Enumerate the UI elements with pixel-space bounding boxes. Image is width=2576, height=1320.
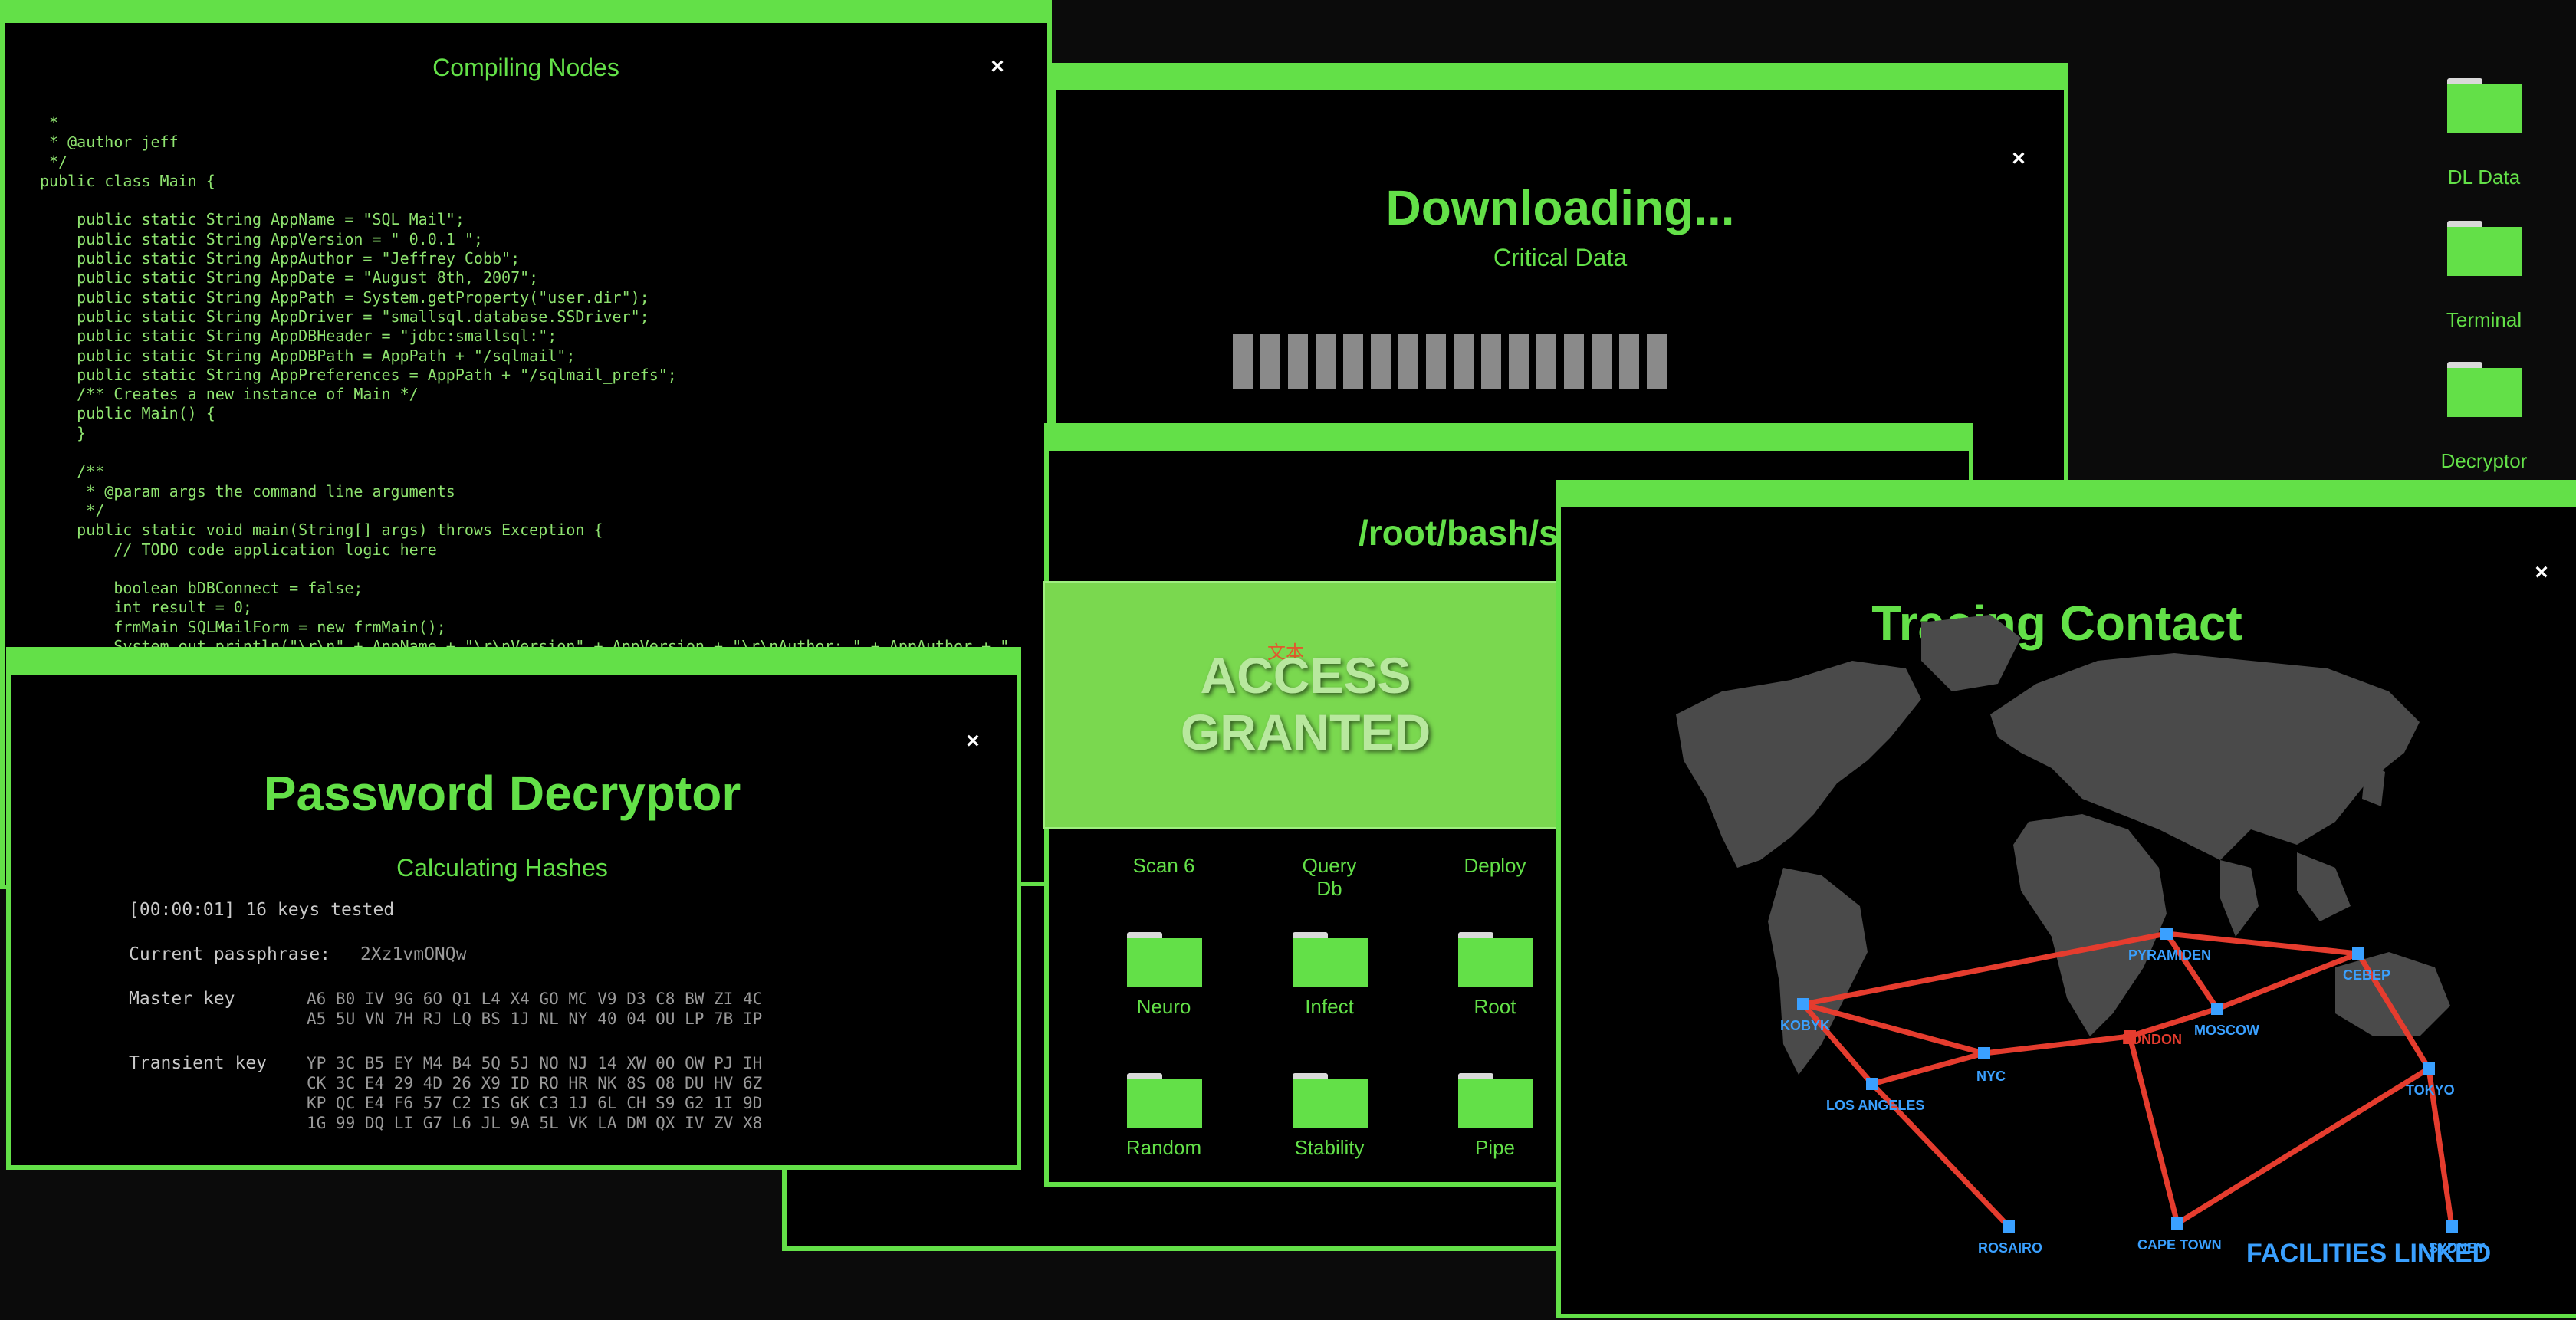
city-marker <box>1866 1078 1878 1090</box>
route-line <box>2174 1066 2432 1226</box>
city-marker <box>2211 1003 2223 1015</box>
downloading-subtitle: Critical Data <box>1493 244 1628 271</box>
master-key-line: A6 B0 IV 9G 6O Q1 L4 X4 GO MC V9 D3 C8 B… <box>307 990 763 1008</box>
city-marker <box>1978 1047 1990 1059</box>
folder-icon <box>1127 1073 1202 1128</box>
route-line <box>1981 1033 2133 1056</box>
progress-segment <box>1371 334 1391 389</box>
city-marker <box>2003 1220 2015 1233</box>
city-label: PYRAMIDEN <box>2128 947 2211 963</box>
folder-icon <box>1458 1073 1533 1128</box>
city-label: LONDON <box>2122 1032 2182 1047</box>
passphrase-value: 2Xz1vmONQw <box>360 944 467 964</box>
city-marker <box>2423 1062 2435 1075</box>
landmass <box>1676 615 2450 1075</box>
desktop-icon-label: Decryptor <box>2440 449 2528 472</box>
city-label: LOS ANGELES <box>1826 1098 1924 1113</box>
hash-readout: [00:00:01] 16 keys tested Current passph… <box>115 889 889 1150</box>
folder-icon <box>1458 932 1533 987</box>
progress-segment <box>1481 334 1501 389</box>
download-progress-bar <box>1233 334 1708 389</box>
folder-label: Query Db <box>1302 854 1357 900</box>
progress-segment <box>1536 334 1556 389</box>
progress-segment <box>1426 334 1446 389</box>
route-line <box>1800 1001 1987 1056</box>
folder-icon <box>1293 932 1368 987</box>
folder-label: Pipe <box>1474 1136 1516 1159</box>
city-marker <box>2171 1217 2183 1230</box>
city-label: CEBEP <box>2343 967 2390 983</box>
code-listing: * * @author jeff */ public class Main { … <box>40 113 1009 655</box>
desktop-icon-label: Terminal <box>2446 308 2522 331</box>
password-decryptor-title: Password Decryptor <box>263 766 741 821</box>
city-marker <box>2352 947 2364 960</box>
progress-segment <box>1564 334 1584 389</box>
city-marker <box>1797 998 1809 1010</box>
master-key-label: Master key <box>129 989 235 1009</box>
progress-segment <box>1647 334 1667 389</box>
progress-segment <box>1233 334 1253 389</box>
desktop-icon-decryptor[interactable]: Decryptor <box>2441 362 2527 477</box>
city-label: MOSCOW <box>2194 1023 2259 1038</box>
desktop-icon-dl-data[interactable]: DL Data <box>2446 78 2522 193</box>
compiling-nodes-title: Compiling Nodes <box>432 54 619 81</box>
folder-grid: Scan 6 Query Db Deploy Neuro Infect Root… <box>1049 828 1539 1180</box>
city-label: TOKYO <box>2406 1082 2455 1098</box>
progress-segment <box>1398 334 1418 389</box>
tracing-contact-window: × Tracing Contact KOBYK PYRAMIDEN CEBEP MOS… <box>1556 480 2576 1318</box>
progress-segment <box>1509 334 1529 389</box>
access-granted-banner: 文本 ACCESS GRANTED <box>1043 581 1569 829</box>
downloading-title: Downloading... <box>1385 180 1735 235</box>
folder-label: Infect <box>1305 995 1354 1018</box>
transient-key-line: KP QC E4 F6 57 C2 IS GK C3 1J 6L CH S9 G… <box>307 1094 763 1112</box>
access-line-1: ACCESS <box>1200 647 1411 704</box>
desktop-icon-terminal[interactable]: Terminal <box>2446 221 2522 336</box>
progress-segment <box>1343 334 1363 389</box>
transient-key-line: CK 3C E4 29 4D 26 X9 ID RO HR NK 8S O8 D… <box>307 1074 763 1092</box>
city-label: CAPE TOWN <box>2137 1237 2222 1253</box>
route-line <box>2164 931 2220 1012</box>
passphrase-label: Current passphrase: <box>129 944 331 964</box>
folder-label: Random <box>1125 1136 1202 1159</box>
folder-label: Deploy <box>1464 854 1526 877</box>
folder-icon <box>2447 78 2522 133</box>
transient-key-line: YP 3C B5 EY M4 B4 5Q 5J NO NJ 14 XW 0O O… <box>307 1054 763 1072</box>
facilities-linked-label: FACILITIES LINKED <box>2246 1239 2492 1268</box>
close-icon[interactable]: × <box>961 730 984 753</box>
transient-key-label: Transient key <box>129 1053 268 1073</box>
world-map: KOBYK PYRAMIDEN CEBEP MOSCOW LONDON NYC LOS AN… <box>1676 615 2486 1256</box>
progress-segment <box>1316 334 1336 389</box>
progress-segment <box>1454 334 1474 389</box>
terminal-path: /root/bash/s <box>1359 513 1559 553</box>
city-marker <box>2160 928 2173 940</box>
access-line-2: GRANTED <box>1180 704 1431 760</box>
folder-label: Scan 6 <box>1132 854 1195 877</box>
folder-icon <box>2447 362 2522 417</box>
city-label: NYC <box>1976 1069 2006 1084</box>
progress-segment <box>1592 334 1612 389</box>
progress-segment <box>1288 334 1308 389</box>
close-icon[interactable]: × <box>986 55 1009 78</box>
route-line <box>2127 1033 2180 1226</box>
folder-label: Root <box>1474 995 1516 1018</box>
master-key-line: A5 5U VN 7H RJ LQ BS 1J NL NY 40 04 OU L… <box>307 1010 763 1028</box>
password-decryptor-window: × Password Decryptor Calculating Hashes … <box>6 647 1021 1170</box>
city-marker <box>2446 1220 2458 1233</box>
folder-label: Neuro <box>1136 995 1191 1018</box>
close-icon[interactable]: × <box>2007 147 2030 170</box>
city-label: KOBYK <box>1780 1018 1830 1033</box>
folder-icon <box>2447 221 2522 276</box>
route-line <box>1869 1050 1987 1087</box>
progress-segment <box>1619 334 1639 389</box>
keys-tested-line: [00:00:01] 16 keys tested <box>129 900 395 920</box>
folder-label: Stability <box>1294 1136 1365 1159</box>
progress-segment <box>1260 334 1280 389</box>
transient-key-line: 1G 99 DQ LI G7 L6 JL 9A 5L VK LA DM QX I… <box>307 1114 763 1132</box>
city-label: ROSAIRO <box>1978 1240 2042 1256</box>
desktop-icon-label: DL Data <box>2447 166 2521 189</box>
folder-icon <box>1127 932 1202 987</box>
folder-icon <box>1293 1073 1368 1128</box>
password-decryptor-subtitle: Calculating Hashes <box>396 854 608 882</box>
